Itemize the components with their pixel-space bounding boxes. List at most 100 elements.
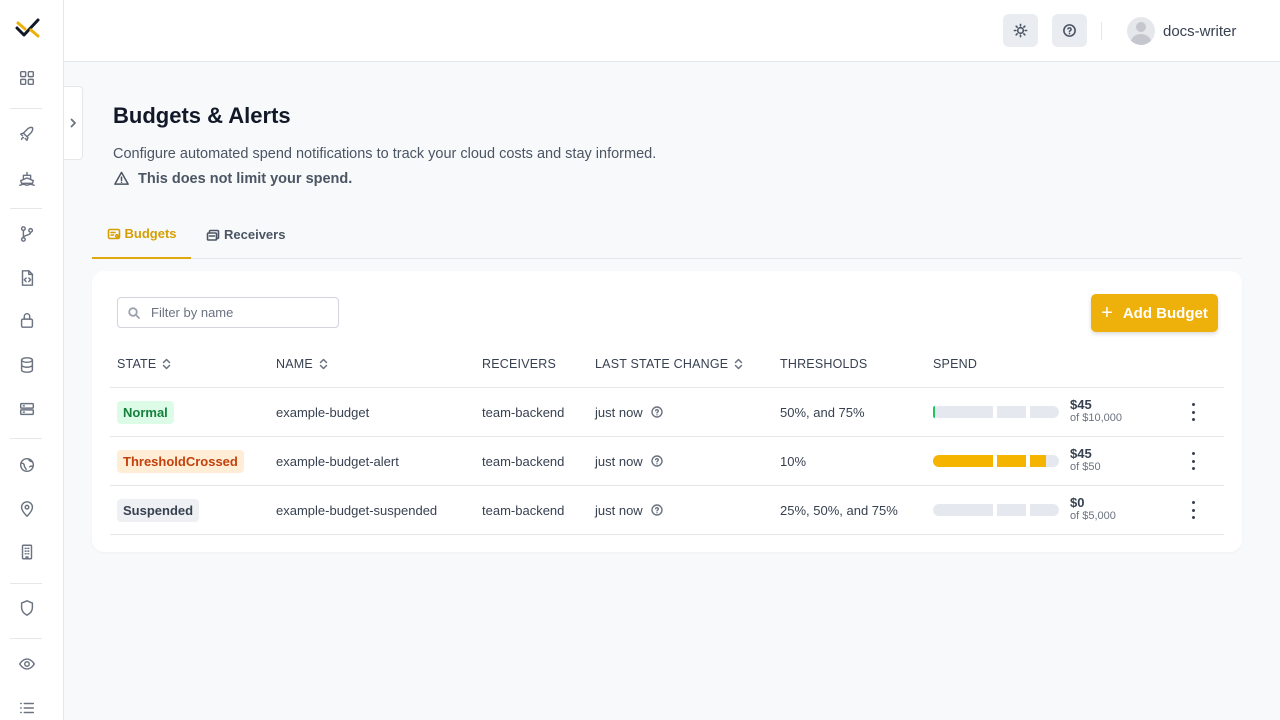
search-icon [128,306,140,319]
table-body: Normal example-budget team-backend just … [110,388,1224,535]
column-name: NAME [276,357,328,371]
status-badge: Normal [117,400,174,424]
state-cell: Normal [117,388,174,436]
spend-bar-fill [933,406,935,418]
server-icon[interactable] [17,399,37,419]
rocket-icon[interactable] [17,124,37,144]
budget-tag-icon [107,228,120,239]
spend-progress-bar [933,406,1059,418]
help-button[interactable] [1052,14,1087,47]
add-budget-button[interactable]: + Add Budget [1091,294,1218,332]
column-label: STATE [117,357,157,371]
globe-icon[interactable] [17,455,37,475]
sort-icon[interactable] [162,358,171,370]
topbar-divider [1101,22,1102,40]
budgets-card: + Add Budget STATE NAME RECEIVERS LAST S… [92,271,1242,552]
tab-budgets[interactable]: Budgets [92,210,191,259]
spend-amount: $45 [1070,446,1092,461]
filter-box [117,297,339,328]
last-change-text: just now [595,502,643,518]
filter-input[interactable] [151,305,331,320]
column-label: NAME [276,357,313,371]
sidebar-divider [10,108,42,109]
spend-cell: $0 of $5,000 [933,486,1163,534]
receivers-cell: team-backend [482,502,565,518]
row-actions-menu-icon[interactable] [1186,452,1200,470]
tab-label: Budgets [124,226,177,241]
warning-text: This does not limit your spend. [138,170,353,187]
spend-progress-bar [933,455,1059,467]
dashboard-icon[interactable] [17,68,37,88]
page-title: Budgets & Alerts [113,103,291,128]
budget-name[interactable]: example-budget-suspended [276,486,437,534]
receivers-cell: team-backend [482,404,565,420]
building-icon[interactable] [17,542,37,562]
logo-icon[interactable] [15,17,41,39]
help-circle-icon [1063,24,1076,37]
sidebar-expand-button[interactable] [64,86,83,160]
row-actions-menu-icon[interactable] [1186,403,1200,421]
state-cell: ThresholdCrossed [117,437,244,485]
column-thresholds: THRESHOLDS [780,357,867,371]
tab-receivers[interactable]: Receivers [206,210,285,259]
git-branch-icon[interactable] [17,224,37,244]
ship-icon[interactable] [17,168,37,188]
sort-icon[interactable] [319,358,328,370]
avatar [1127,17,1155,45]
spend-bar-segment [1030,504,1059,516]
budget-name[interactable]: example-budget [276,388,369,436]
column-spend: SPEND [933,357,977,371]
status-badge: Suspended [117,498,200,522]
help-circle-icon[interactable] [651,504,663,516]
help-circle-icon[interactable] [651,406,663,418]
last-state-change-cell: just now [595,388,663,436]
table-row[interactable]: Normal example-budget team-backend just … [110,388,1224,437]
database-icon[interactable] [17,355,37,375]
sort-icon[interactable] [734,358,743,370]
table-row[interactable]: Suspended example-budget-suspended team-… [110,486,1224,535]
add-budget-label: Add Budget [1122,304,1208,322]
spend-cell: $45 of $10,000 [933,388,1163,436]
column-receivers: RECEIVERS [482,357,556,371]
spend-limit: of $5,000 [1070,510,1116,522]
column-label: RECEIVERS [482,357,557,371]
sidebar-divider [10,638,42,639]
spend-limit: of $10,000 [1070,412,1122,424]
last-change-text: just now [595,404,643,420]
budget-name[interactable]: example-budget-alert [276,437,399,485]
eye-icon[interactable] [17,654,37,674]
column-state: STATE [117,357,171,371]
thresholds-cell: 50%, and 75% [780,404,865,420]
sidebar-divider [10,438,42,439]
theme-toggle-button[interactable] [1003,14,1038,47]
file-code-icon[interactable] [17,268,37,288]
spend-bar-fill [997,455,1026,467]
thresholds-cell: 10% [780,453,807,469]
list-icon[interactable] [17,698,37,718]
spend-bar-fill [933,455,993,467]
spend-bar-segment [997,406,1026,418]
column-last-state-change: LAST STATE CHANGE [595,357,743,371]
table-header: STATE NAME RECEIVERS LAST STATE CHANGE T… [110,341,1224,388]
tab-bar: Budgets Receivers [92,210,1242,259]
warning-triangle-icon [114,171,129,185]
thresholds-cell: 25%, 50%, and 75% [780,502,898,518]
spend-text: $45 of $50 [1070,446,1101,474]
lock-icon[interactable] [17,310,37,330]
spend-bar-segment [933,406,993,418]
budgets-table: STATE NAME RECEIVERS LAST STATE CHANGE T… [110,341,1224,535]
top-bar: docs-writer [64,0,1280,62]
sidebar-divider [10,583,42,584]
row-actions-menu-icon[interactable] [1186,501,1200,519]
table-row[interactable]: ThresholdCrossed example-budget-alert te… [110,437,1224,486]
column-label: SPEND [933,357,978,371]
last-change-text: just now [595,453,643,469]
spend-amount: $45 [1070,397,1092,412]
state-cell: Suspended [117,486,200,534]
shield-icon[interactable] [17,598,37,618]
spend-amount: $0 [1070,495,1085,510]
last-state-change-cell: just now [595,486,663,534]
help-circle-icon[interactable] [651,455,663,467]
location-pin-icon[interactable] [17,499,37,519]
user-menu[interactable]: docs-writer [1127,17,1236,45]
